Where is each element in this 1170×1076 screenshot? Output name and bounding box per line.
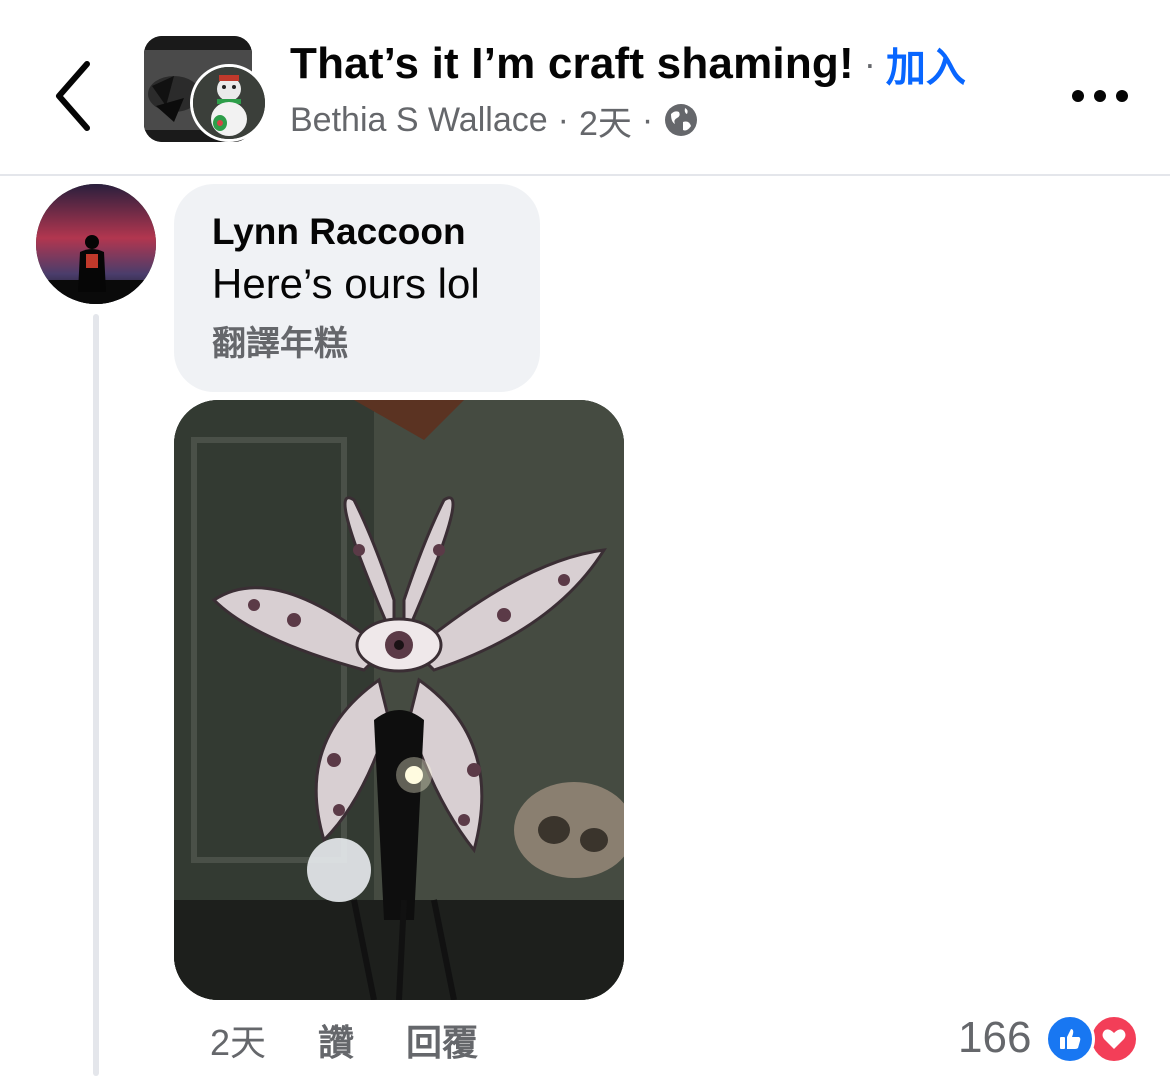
reaction-summary[interactable]: 166 — [958, 1008, 1143, 1068]
post-meta-row: Bethia S Wallace · 2天 · — [290, 96, 699, 144]
separator-dot: · — [863, 43, 876, 84]
like-icon — [1045, 1014, 1096, 1064]
chevron-left-icon — [56, 61, 90, 131]
commenter-avatar[interactable] — [36, 184, 156, 304]
poster-avatar[interactable] — [190, 64, 268, 142]
separator-dot: · — [557, 100, 569, 139]
post-header: That’s it I’m craft shaming! · 加入 Bethia… — [0, 0, 1170, 176]
separator-dot: · — [641, 100, 654, 139]
like-button[interactable]: 讚 — [318, 1014, 354, 1066]
translate-link[interactable]: 翻譯年糕 — [212, 320, 502, 368]
love-icon — [1089, 1014, 1140, 1064]
comment-author[interactable]: Lynn Raccoon — [212, 210, 502, 254]
reaction-icons — [1045, 1012, 1143, 1064]
group-title-row: That’s it I’m craft shaming! · 加入 — [290, 36, 966, 92]
group-title[interactable]: That’s it I’m craft shaming! — [290, 39, 854, 89]
comment-text: Here’s ours lol — [212, 260, 480, 307]
more-horizontal-icon — [1072, 90, 1128, 102]
comment-time[interactable]: 2天 — [210, 1014, 266, 1066]
back-button[interactable] — [38, 50, 108, 142]
more-options-button[interactable] — [1062, 70, 1138, 122]
poster-name[interactable]: Bethia S Wallace — [290, 101, 548, 140]
comment-actions: 2天 讚 回覆 — [210, 1012, 530, 1068]
reaction-count: 166 — [958, 1013, 1032, 1062]
comment-photo[interactable] — [174, 400, 624, 1000]
join-group-button[interactable]: 加入 — [886, 35, 966, 93]
globe-icon — [665, 104, 698, 136]
post-time[interactable]: 2天 — [579, 96, 632, 145]
comment-bubble[interactable]: Lynn Raccoon Here’s ours lol 翻譯年糕 — [174, 184, 540, 392]
reply-button[interactable]: 回覆 — [406, 1014, 478, 1066]
thread-line — [93, 314, 99, 1076]
